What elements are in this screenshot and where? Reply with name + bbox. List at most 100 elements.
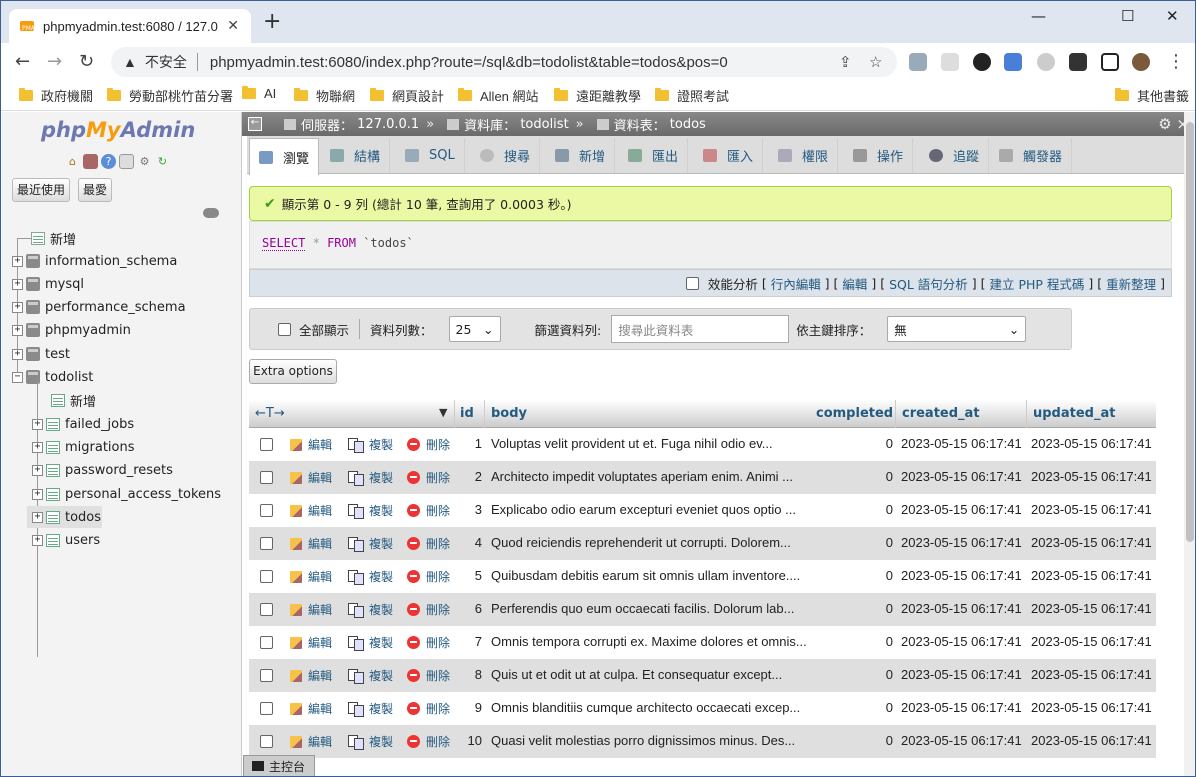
tab-triggers[interactable]: 觸發器 bbox=[990, 138, 1073, 173]
sql-keyword[interactable]: SELECT bbox=[262, 236, 306, 251]
column-header-updated_at[interactable]: updated_at bbox=[1033, 406, 1115, 421]
edit-button[interactable]: 編輯 bbox=[290, 601, 332, 618]
delete-button[interactable]: 刪除 bbox=[407, 667, 450, 684]
row-checkbox[interactable] bbox=[260, 636, 273, 649]
translate-extension-icon[interactable] bbox=[1004, 53, 1022, 71]
table-row[interactable]: 編輯 複製 刪除 4 Quod reiciendis reprehenderit ut … bbox=[249, 527, 1156, 560]
breadcrumb-table[interactable]: todos bbox=[670, 117, 706, 132]
delete-button[interactable]: 刪除 bbox=[407, 568, 450, 585]
tab-structure[interactable]: 結構 bbox=[321, 138, 391, 173]
edit-button[interactable]: 編輯 bbox=[290, 535, 332, 552]
table-row[interactable]: 編輯 複製 刪除 6 Perferendis quo eum occaecati fac… bbox=[249, 593, 1156, 626]
table-row[interactable]: 編輯 複製 刪除 9 Omnis blanditiis cumque architect… bbox=[249, 692, 1156, 725]
puzzle-extensions-icon[interactable] bbox=[1069, 53, 1087, 71]
row-checkbox[interactable] bbox=[260, 735, 273, 748]
tab-export[interactable]: 匯出 bbox=[619, 138, 689, 173]
table-row[interactable]: 編輯 複製 刪除 10 Quasi velit molestias porro dign… bbox=[249, 725, 1156, 758]
edit-button[interactable]: 編輯 bbox=[290, 568, 332, 585]
scrollbar-thumb[interactable] bbox=[1186, 122, 1194, 542]
breadcrumb-server[interactable]: 127.0.0.1 bbox=[357, 117, 419, 132]
delete-button[interactable]: 刪除 bbox=[407, 502, 450, 519]
extension-icon[interactable] bbox=[909, 53, 927, 71]
breadcrumb-db[interactable]: todolist bbox=[520, 117, 568, 132]
row-checkbox[interactable] bbox=[260, 603, 273, 616]
tree-db-information_schema[interactable]: + information_schema bbox=[12, 250, 177, 272]
copy-button[interactable]: 複製 bbox=[348, 568, 393, 585]
url-text[interactable]: phpmyadmin.test:6080/index.php?route=/sq… bbox=[210, 54, 728, 71]
bookmark-star-icon[interactable]: ☆ bbox=[869, 53, 882, 71]
copy-button[interactable]: 複製 bbox=[348, 700, 393, 717]
table-row[interactable]: 編輯 複製 刪除 1 Voluptas velit provident ut et. F… bbox=[249, 428, 1156, 461]
table-row[interactable]: 編輯 複製 刪除 8 Quis ut et odit ut at culpa. Et c… bbox=[249, 659, 1156, 692]
expand-icon[interactable]: + bbox=[32, 534, 43, 546]
address-bar[interactable]: ▲ 不安全 phpmyadmin.test:6080/index.php?rou… bbox=[111, 47, 897, 77]
copy-button[interactable]: 複製 bbox=[348, 535, 393, 552]
expand-icon[interactable]: + bbox=[32, 418, 43, 430]
bookmark-folder[interactable]: 勞動部桃竹苗分署 bbox=[107, 86, 233, 105]
new-tab-button[interactable]: + bbox=[263, 11, 281, 33]
maximize-button[interactable]: ☐ bbox=[1121, 7, 1134, 25]
docs-icon[interactable] bbox=[119, 154, 134, 169]
refresh-link[interactable]: 重新整理 bbox=[1106, 274, 1156, 293]
tree-db-test[interactable]: + test bbox=[12, 343, 70, 365]
edit-button[interactable]: 編輯 bbox=[290, 733, 332, 750]
tab-search[interactable]: 搜尋 bbox=[471, 138, 541, 173]
collapse-icon[interactable]: − bbox=[12, 371, 23, 383]
tree-db-todolist[interactable]: − todolist bbox=[12, 366, 93, 388]
expand-icon[interactable]: + bbox=[12, 324, 23, 336]
back-icon[interactable]: ← bbox=[15, 51, 30, 72]
tree-table-failed_jobs[interactable]: + failed_jobs bbox=[32, 413, 134, 435]
edit-button[interactable]: 編輯 bbox=[290, 436, 332, 453]
copy-button[interactable]: 複製 bbox=[348, 436, 393, 453]
delete-button[interactable]: 刪除 bbox=[407, 436, 450, 453]
share-icon[interactable]: ⇪ bbox=[839, 53, 852, 71]
expand-icon[interactable]: + bbox=[32, 441, 43, 453]
column-header-created_at[interactable]: created_at bbox=[902, 406, 980, 421]
inline-edit-link[interactable]: 行內編輯 bbox=[771, 274, 821, 293]
recent-button[interactable]: 最近使用 bbox=[12, 178, 71, 202]
link-icon[interactable] bbox=[203, 208, 219, 218]
copy-button[interactable]: 複製 bbox=[348, 634, 393, 651]
expand-icon[interactable]: + bbox=[12, 348, 23, 360]
extension-icon[interactable] bbox=[1037, 53, 1055, 71]
console-button[interactable]: 主控台 bbox=[243, 755, 315, 776]
expand-icon[interactable]: + bbox=[32, 464, 43, 476]
delete-button[interactable]: 刪除 bbox=[407, 601, 450, 618]
profiling-checkbox[interactable] bbox=[685, 276, 699, 290]
column-arrows[interactable]: ←T→ bbox=[255, 406, 285, 421]
sort-down-icon[interactable]: ▼ bbox=[439, 406, 447, 419]
expand-icon[interactable]: + bbox=[32, 488, 43, 500]
tab-tracking[interactable]: 追蹤 bbox=[920, 138, 990, 173]
tree-table-todos[interactable]: + todos bbox=[27, 506, 102, 528]
row-checkbox[interactable] bbox=[260, 537, 273, 550]
tab-browse[interactable]: 瀏覽 bbox=[249, 138, 320, 175]
avatar[interactable] bbox=[1132, 53, 1150, 71]
extension-icon[interactable] bbox=[973, 53, 991, 71]
home-icon[interactable]: ⌂ bbox=[65, 154, 80, 169]
edit-link[interactable]: 編輯 bbox=[842, 274, 867, 293]
sort-select[interactable]: 無 ⌄ bbox=[887, 316, 1027, 342]
forward-icon[interactable]: → bbox=[47, 51, 62, 72]
reload-icon[interactable]: ↻ bbox=[155, 154, 170, 169]
bookmark-folder[interactable]: 網頁設計 bbox=[370, 86, 444, 105]
browser-tab[interactable]: PMA phpmyadmin.test:6080 / 127.0 ✕ bbox=[9, 9, 251, 43]
delete-button[interactable]: 刪除 bbox=[407, 733, 450, 750]
edit-button[interactable]: 編輯 bbox=[290, 502, 332, 519]
tab-close-icon[interactable]: ✕ bbox=[227, 18, 239, 34]
row-checkbox[interactable] bbox=[260, 702, 273, 715]
tab-operations[interactable]: 操作 bbox=[844, 138, 914, 173]
rows-select[interactable]: 25 ⌄ bbox=[448, 316, 501, 342]
bookmark-folder[interactable]: AI bbox=[242, 86, 276, 101]
column-header-completed[interactable]: completed bbox=[816, 406, 893, 421]
copy-button[interactable]: 複製 bbox=[348, 601, 393, 618]
tree-table-personal_access_tokens[interactable]: + personal_access_tokens bbox=[32, 483, 221, 505]
tree-table-users[interactable]: + users bbox=[32, 529, 100, 551]
vertical-scrollbar[interactable] bbox=[1184, 112, 1195, 776]
minimize-button[interactable]: — bbox=[1031, 7, 1046, 25]
bookmark-folder[interactable]: 證照考試 bbox=[655, 86, 729, 105]
edit-button[interactable]: 編輯 bbox=[290, 667, 332, 684]
explain-sql-link[interactable]: SQL 語句分析 bbox=[889, 274, 968, 293]
tree-new-database[interactable]: 新增 bbox=[31, 227, 76, 249]
copy-button[interactable]: 複製 bbox=[348, 502, 393, 519]
column-header-body[interactable]: body bbox=[491, 406, 527, 421]
